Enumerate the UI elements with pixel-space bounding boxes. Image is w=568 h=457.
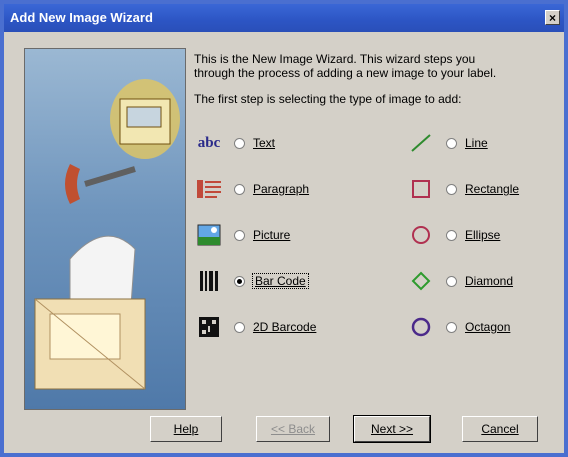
option-rectangle-label: Rectangle <box>465 182 520 196</box>
title-bar[interactable]: Add New Image Wizard × <box>4 4 564 32</box>
ellipse-icon <box>406 220 436 250</box>
option-line-label: Line <box>465 136 488 150</box>
option-2d-barcode[interactable]: 2D Barcode <box>194 312 316 342</box>
wizard-window: Add New Image Wizard × This is the New I… <box>0 0 568 457</box>
option-picture[interactable]: Picture <box>194 220 290 250</box>
diamond-icon <box>406 266 436 296</box>
option-bar-code[interactable]: Bar Code <box>194 266 309 296</box>
window-title: Add New Image Wizard <box>10 10 153 25</box>
rectangle-icon <box>406 174 436 204</box>
radio-diamond[interactable] <box>446 275 457 287</box>
radio-text[interactable] <box>234 137 245 149</box>
option-paragraph[interactable]: Paragraph <box>194 174 309 204</box>
intro-line-1: This is the New Image Wizard. This wizar… <box>194 52 476 66</box>
picture-icon <box>194 220 224 250</box>
intro-line-3: The first step is selecting the type of … <box>194 92 462 106</box>
option-diamond[interactable]: Diamond <box>406 266 513 296</box>
intro-text: This is the New Image Wizard. This wizar… <box>194 52 554 106</box>
option-octagon[interactable]: Octagon <box>406 312 510 342</box>
paragraph-icon <box>194 174 224 204</box>
radio-rectangle[interactable] <box>446 183 457 195</box>
option-octagon-label: Octagon <box>465 320 511 334</box>
radio-bar-code[interactable] <box>234 275 245 287</box>
radio-picture[interactable] <box>234 229 245 241</box>
close-button[interactable]: × <box>545 10 560 25</box>
option-text-label: Text <box>253 136 276 150</box>
text-abc-icon: abc <box>197 134 221 151</box>
radio-paragraph[interactable] <box>234 183 245 195</box>
2d-barcode-icon <box>194 312 224 342</box>
option-diamond-label: Diamond <box>465 274 514 288</box>
option-line[interactable]: Line <box>406 128 488 158</box>
option-picture-label: Picture <box>253 228 291 242</box>
line-icon <box>406 128 436 158</box>
option-ellipse[interactable]: Ellipse <box>406 220 500 250</box>
help-button[interactable]: Help <box>150 416 222 442</box>
wizard-client-area: This is the New Image Wizard. This wizar… <box>4 32 564 453</box>
label-printing-illustration <box>34 79 180 390</box>
option-paragraph-label: Paragraph <box>253 182 310 196</box>
octagon-icon <box>406 312 436 342</box>
radio-line[interactable] <box>446 137 457 149</box>
option-rectangle[interactable]: Rectangle <box>406 174 519 204</box>
radio-octagon[interactable] <box>446 321 457 333</box>
radio-ellipse[interactable] <box>446 229 457 241</box>
barcode-icon <box>194 266 224 296</box>
option-text[interactable]: abc Text <box>194 128 275 158</box>
radio-2d-barcode[interactable] <box>234 321 245 333</box>
next-button[interactable]: Next >> <box>353 415 431 443</box>
intro-line-2: through the process of adding a new imag… <box>194 66 497 80</box>
option-ellipse-label: Ellipse <box>465 228 501 242</box>
cancel-button[interactable]: Cancel <box>462 416 538 442</box>
back-button[interactable]: << Back <box>256 416 330 442</box>
option-2d-barcode-label: 2D Barcode <box>253 320 317 334</box>
option-bar-code-label: Bar Code <box>252 273 309 289</box>
wizard-illustration <box>24 48 186 410</box>
